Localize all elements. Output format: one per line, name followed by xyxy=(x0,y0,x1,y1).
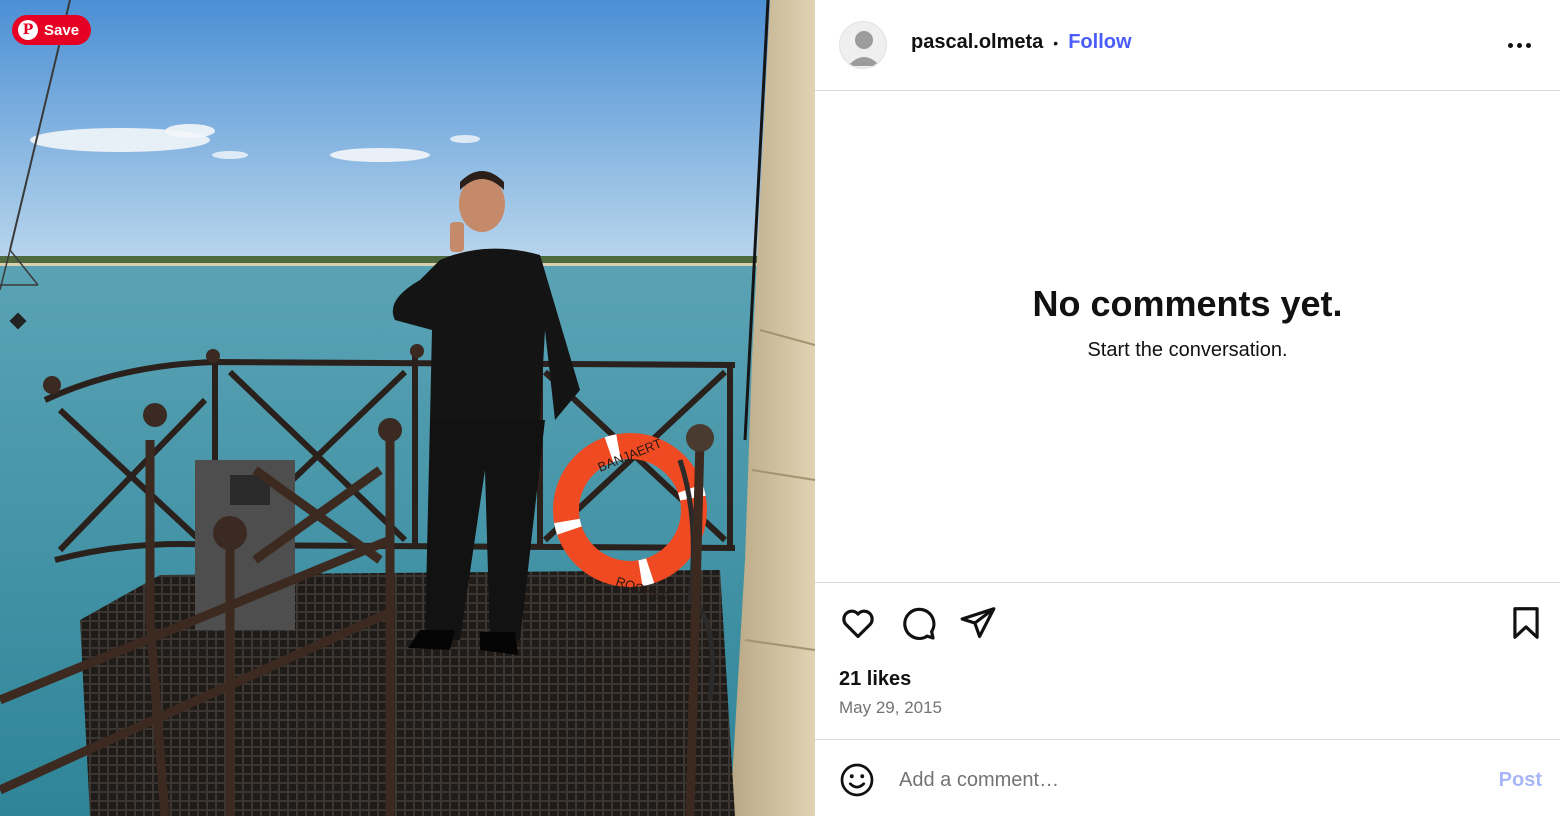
no-comments-title: No comments yet. xyxy=(1032,283,1343,324)
comment-input[interactable] xyxy=(899,762,1459,798)
cloud xyxy=(450,135,480,143)
comment-bar: Post xyxy=(815,739,1560,816)
platform-grate xyxy=(80,570,735,816)
emoji-icon[interactable] xyxy=(839,762,875,798)
comments-area: No comments yet. Start the conversation. xyxy=(815,91,1560,583)
no-comments-subtitle: Start the conversation. xyxy=(1087,339,1288,361)
pinterest-icon: P xyxy=(18,20,38,40)
post-comment-button[interactable]: Post xyxy=(1499,769,1542,792)
save-label: Save xyxy=(44,21,80,39)
share-icon[interactable] xyxy=(959,604,997,642)
default-avatar-icon xyxy=(848,31,880,66)
post-side-panel: pascal.olmeta • Follow No comments yet. … xyxy=(815,0,1560,816)
separator-dot: • xyxy=(1053,34,1059,51)
post-photo[interactable]: BANJAERT ROCHEF P Save xyxy=(0,0,815,816)
header-text: pascal.olmeta • Follow xyxy=(911,31,1132,54)
follow-button[interactable]: Follow xyxy=(1068,31,1131,54)
photo-scene: BANJAERT ROCHEF xyxy=(0,0,815,816)
more-options-icon[interactable] xyxy=(1508,36,1534,54)
bookmark-icon[interactable] xyxy=(1507,604,1545,642)
beach xyxy=(0,263,760,266)
cloud xyxy=(165,124,215,138)
username-link[interactable]: pascal.olmeta xyxy=(911,31,1043,54)
avatar[interactable] xyxy=(839,21,887,69)
pinterest-save-button[interactable]: P Save xyxy=(12,15,92,45)
post-date[interactable]: May 29, 2015 xyxy=(839,698,942,718)
cloud xyxy=(330,148,430,162)
cloud xyxy=(212,151,248,159)
heart-icon[interactable] xyxy=(839,604,877,642)
comment-icon[interactable] xyxy=(899,604,937,642)
post-header: pascal.olmeta • Follow xyxy=(815,0,1560,91)
likes-count[interactable]: 21 likes xyxy=(839,668,911,691)
action-bar xyxy=(839,604,1539,644)
